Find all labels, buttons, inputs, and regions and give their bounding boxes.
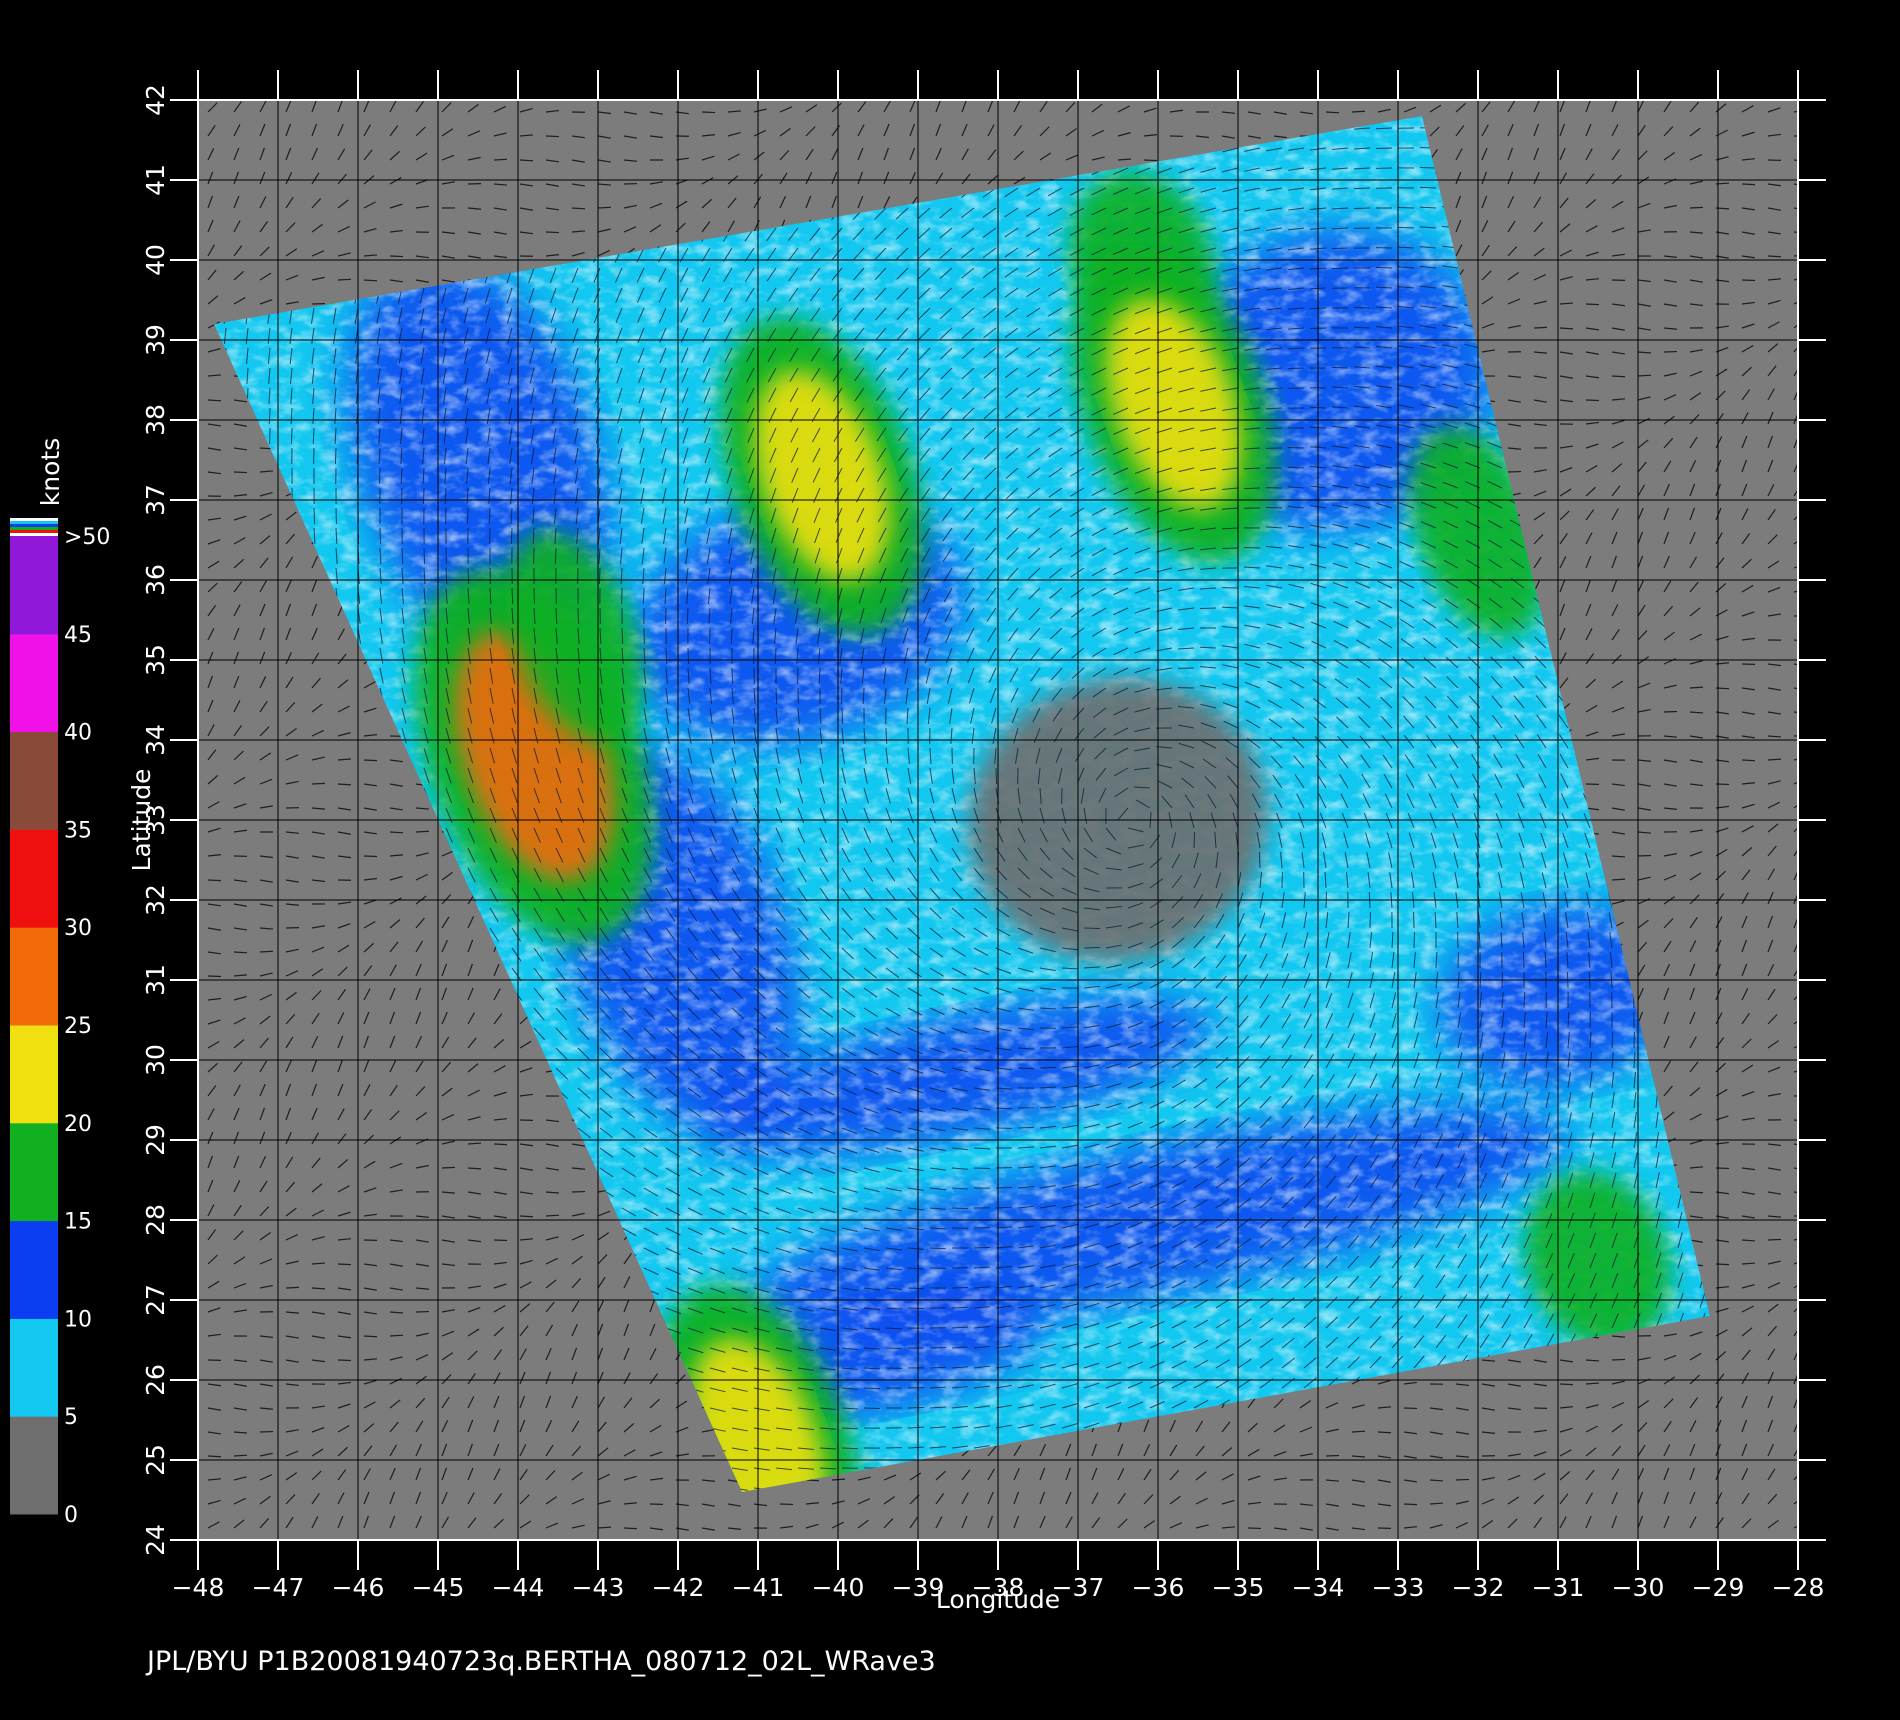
wind-barb — [1351, 1430, 1366, 1433]
wind-barb — [1375, 147, 1393, 150]
wind-barb — [519, 1215, 534, 1218]
wind-barb — [363, 279, 378, 282]
wind-barb — [285, 1286, 300, 1289]
wind-barb — [233, 1454, 248, 1457]
wind-barb — [1741, 759, 1756, 762]
wind-barb — [363, 855, 378, 858]
wind-barb — [701, 111, 716, 114]
wind-barb — [571, 207, 586, 210]
wind-barb — [597, 206, 612, 209]
wind-barb — [207, 399, 222, 402]
wind-barb — [259, 950, 274, 953]
wind-barb — [363, 1335, 378, 1338]
wind-barb — [1455, 1478, 1470, 1481]
wind-barb — [1325, 111, 1340, 114]
wind-barb — [493, 1143, 508, 1146]
wind-barb — [493, 158, 508, 161]
wind-map: −48 −47 −46 −45 −44 −43 −42 −41 −40 −39 −38 −37 −36−… — [10, 70, 1826, 1677]
wind-barb — [389, 1334, 404, 1337]
wind-barb — [545, 231, 560, 234]
wind-barb — [1585, 303, 1600, 306]
wind-barb — [519, 159, 534, 162]
wind-barb — [290, 427, 293, 445]
wind-barb — [1611, 375, 1626, 378]
wind-barb — [1353, 306, 1371, 309]
wind-barb — [207, 879, 222, 882]
wind-barb — [207, 1455, 222, 1458]
wind-barb — [1375, 266, 1393, 269]
wind-barb — [1767, 255, 1782, 258]
wind-barb — [337, 278, 352, 281]
wind-barb — [1353, 207, 1371, 210]
wind-barb — [1375, 127, 1393, 130]
wind-barb — [389, 831, 404, 834]
wind-barb — [1637, 854, 1652, 857]
wind-barb — [805, 1479, 820, 1482]
wind-barb — [1287, 367, 1305, 370]
wind-barb — [1741, 183, 1756, 186]
wind-barb — [1793, 735, 1798, 737]
wind-barb — [1767, 1238, 1782, 1241]
wind-barb — [1397, 226, 1415, 229]
plot-area — [198, 100, 1798, 1540]
wind-barb — [233, 951, 248, 954]
wind-barb — [1533, 326, 1548, 329]
wind-barb — [1611, 1358, 1626, 1361]
wind-barb — [363, 759, 378, 762]
wind-barb — [1419, 166, 1437, 169]
wind-barb — [1689, 1191, 1704, 1194]
wind-barb — [545, 1214, 560, 1217]
wind-barb — [337, 1263, 352, 1266]
wind-barb — [1331, 366, 1349, 369]
wind-barb — [1265, 427, 1283, 430]
wind-barb — [415, 830, 430, 833]
wind-barb — [1143, 159, 1158, 162]
wind-barb — [389, 255, 404, 258]
wind-barb — [1403, 1503, 1418, 1506]
wind-barb — [441, 1166, 456, 1169]
wind-barb — [337, 783, 352, 786]
wind-barb — [311, 782, 326, 785]
wind-barb — [207, 975, 222, 978]
wind-barb — [545, 135, 560, 138]
wind-barb — [1793, 255, 1798, 257]
wind-barb — [233, 471, 248, 474]
wind-barb — [1351, 110, 1366, 113]
wind-barb — [1663, 710, 1678, 713]
wind-barb — [1331, 247, 1349, 250]
wind-barb — [334, 447, 337, 465]
wind-barb — [1559, 1383, 1574, 1386]
wind-barb — [1689, 206, 1704, 209]
wind-barb — [623, 1527, 638, 1530]
wind-barb — [1637, 374, 1652, 377]
wind-barb — [1353, 187, 1371, 190]
wind-barb — [1377, 1431, 1392, 1434]
